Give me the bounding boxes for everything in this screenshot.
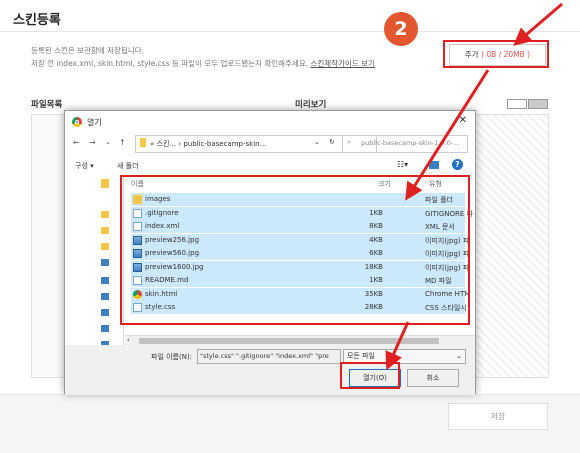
notice-line-1: 등록된 스킨은 보관함에 저장됩니다.	[31, 46, 145, 55]
scrollbar-thumb[interactable]	[139, 338, 439, 344]
filename-input[interactable]: "style.css" ".gitignore" "index.xml" "pr…	[197, 349, 341, 364]
close-icon[interactable]: ✕	[459, 115, 467, 126]
highlight-file-selection	[120, 175, 470, 325]
highlight-open-button	[340, 362, 400, 389]
cancel-button[interactable]: 취소	[407, 369, 459, 387]
search-input[interactable]: ⌕ public-basecamp-skin-1.0.0-...	[342, 135, 468, 153]
skin-guide-link[interactable]: 스킨제작가이드 보기	[311, 59, 375, 68]
divider	[0, 31, 580, 32]
page-title: 스킨등록	[13, 13, 61, 28]
file-type-value: 모든 파일	[347, 352, 375, 360]
preview-pane-icon[interactable]	[429, 161, 439, 169]
network-drive-icon[interactable]	[101, 325, 109, 332]
dropdown-icon[interactable]: ⌄	[314, 138, 320, 146]
new-folder-button[interactable]: 새 폴더	[117, 161, 139, 171]
highlight-add-button	[443, 40, 549, 68]
up-arrow-icon[interactable]: ↑	[119, 138, 126, 147]
notice-line-2: 저장 전 index.xml, skin.html, style.css 등 파…	[31, 58, 375, 69]
search-placeholder: public-basecamp-skin-1.0.0-...	[361, 139, 460, 147]
dialog-toolbar: 구성 ▾ 새 폴더 ☷▾ ?	[65, 157, 475, 175]
address-bar[interactable]: « 스킨... › public-basecamp-skin... ⌄ ↻	[135, 135, 377, 153]
network-drive-icon[interactable]	[101, 293, 109, 300]
back-arrow-icon[interactable]: ←	[73, 138, 80, 147]
preview-label: 미리보기	[295, 100, 327, 110]
folder-icon[interactable]	[101, 211, 109, 218]
chrome-icon	[72, 117, 82, 127]
folder-icon[interactable]	[101, 227, 109, 234]
address-path: « 스킨... › public-basecamp-skin...	[150, 140, 267, 148]
network-drive-icon[interactable]	[101, 277, 109, 284]
save-button[interactable]: 저장	[448, 403, 548, 430]
navigation-pane	[65, 175, 124, 351]
view-toggle-grid[interactable]	[528, 99, 548, 109]
step-number-badge: 2	[384, 12, 418, 46]
filename-label: 파일 이름(N):	[151, 353, 193, 361]
forward-arrow-icon[interactable]: →	[89, 138, 96, 147]
dialog-title: 열기	[87, 118, 102, 127]
help-icon[interactable]: ?	[452, 159, 463, 170]
chevron-down-icon: ⌄	[456, 352, 462, 360]
refresh-icon[interactable]: ↻	[329, 138, 335, 146]
search-icon: ⌕	[347, 138, 351, 146]
scroll-left-icon[interactable]: ‹	[127, 336, 130, 344]
organize-menu[interactable]: 구성 ▾	[75, 161, 94, 171]
history-chevron-icon[interactable]: ⌄	[105, 138, 111, 146]
folder-icon[interactable]	[101, 179, 109, 188]
file-list-label: 파일목록	[31, 100, 63, 110]
network-drive-icon[interactable]	[101, 259, 109, 266]
view-toggle-list[interactable]	[507, 99, 527, 109]
view-options-icon[interactable]: ☷▾	[397, 160, 408, 169]
arrow-to-add-button	[513, 2, 563, 46]
network-drive-icon[interactable]	[101, 309, 109, 316]
folder-icon[interactable]	[101, 243, 109, 250]
dialog-titlebar: 열기 ✕	[65, 111, 475, 133]
notice-text: 저장 전 index.xml, skin.html, style.css 등 파…	[31, 59, 309, 68]
folder-icon	[140, 138, 146, 147]
